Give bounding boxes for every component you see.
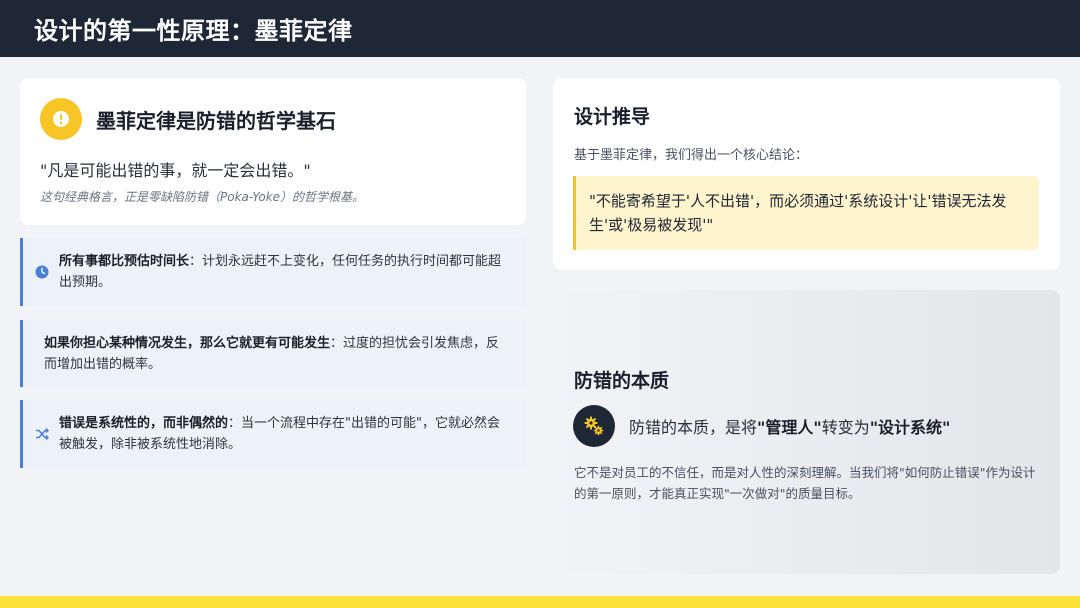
derivation-card: 设计推导 基于墨菲定律，我们得出一个核心结论： "不能寄希望于'人不出错'，而必… [553, 78, 1060, 270]
derivation-subtitle: 基于墨菲定律，我们得出一个核心结论： [574, 148, 809, 163]
law-text: 错误是系统性的，而非偶然的：当一个流程中存在"出错的可能"，它就必然会被触发，除… [59, 416, 500, 452]
law-text: 所有事都比预估时间长：计划永远赶不上变化，任何任务的执行时间都可能超出预期。 [59, 254, 502, 290]
warning-icon [40, 98, 82, 140]
murphy-note: 这句经典格言，正是零缺陷防错（Poka-Yoke）的哲学根基。 [40, 190, 365, 204]
murphy-card: 墨菲定律是防错的哲学基石 "凡是可能出错的事，就一定会出错。" 这句经典格言，正… [20, 78, 526, 225]
gears-icon [573, 405, 615, 447]
murphy-title: 墨菲定律是防错的哲学基石 [96, 108, 336, 133]
shuffle-icon [36, 427, 49, 441]
clock-icon [35, 265, 49, 279]
derivation-quote: "不能寄希望于'人不出错'，而必须通过'系统设计'让'错误无法发生'或'极易被发… [573, 176, 1039, 250]
page-title: 设计的第一性原理：墨菲定律 [34, 17, 353, 45]
header-bar: 设计的第一性原理：墨菲定律 [0, 0, 1080, 57]
law-item-time: 所有事都比预估时间长：计划永远赶不上变化，任何任务的执行时间都可能超出预期。 [20, 238, 526, 306]
law-text: 如果你担心某种情况发生，那么它就更有可能发生：过度的担忧会引发焦虑，反而增加出错… [44, 335, 500, 372]
essence-panel: 防错的本质 防错的本质，是将"管理人"转变为"设计系统" 它不是对员工的不信任，… [553, 290, 1060, 574]
law-item-systemic: 错误是系统性的，而非偶然的：当一个流程中存在"出错的可能"，它就必然会被触发，除… [20, 400, 526, 468]
essence-body: 它不是对员工的不信任，而是对人性的深刻理解。当我们将"如何防止错误"作为设计的第… [574, 465, 1036, 501]
murphy-heading: 墨菲定律是防错的哲学基石 [40, 98, 336, 140]
essence-statement: 防错的本质，是将"管理人"转变为"设计系统" [573, 405, 950, 447]
bottom-accent-bar [0, 596, 1080, 608]
law-item-worry: 如果你担心某种情况发生，那么它就更有可能发生：过度的担忧会引发焦虑，反而增加出错… [20, 320, 526, 387]
murphy-quote: "凡是可能出错的事，就一定会出错。" [40, 161, 311, 180]
essence-line: 防错的本质，是将"管理人"转变为"设计系统" [629, 418, 951, 437]
essence-title: 防错的本质 [574, 370, 670, 392]
derivation-title: 设计推导 [574, 106, 651, 128]
